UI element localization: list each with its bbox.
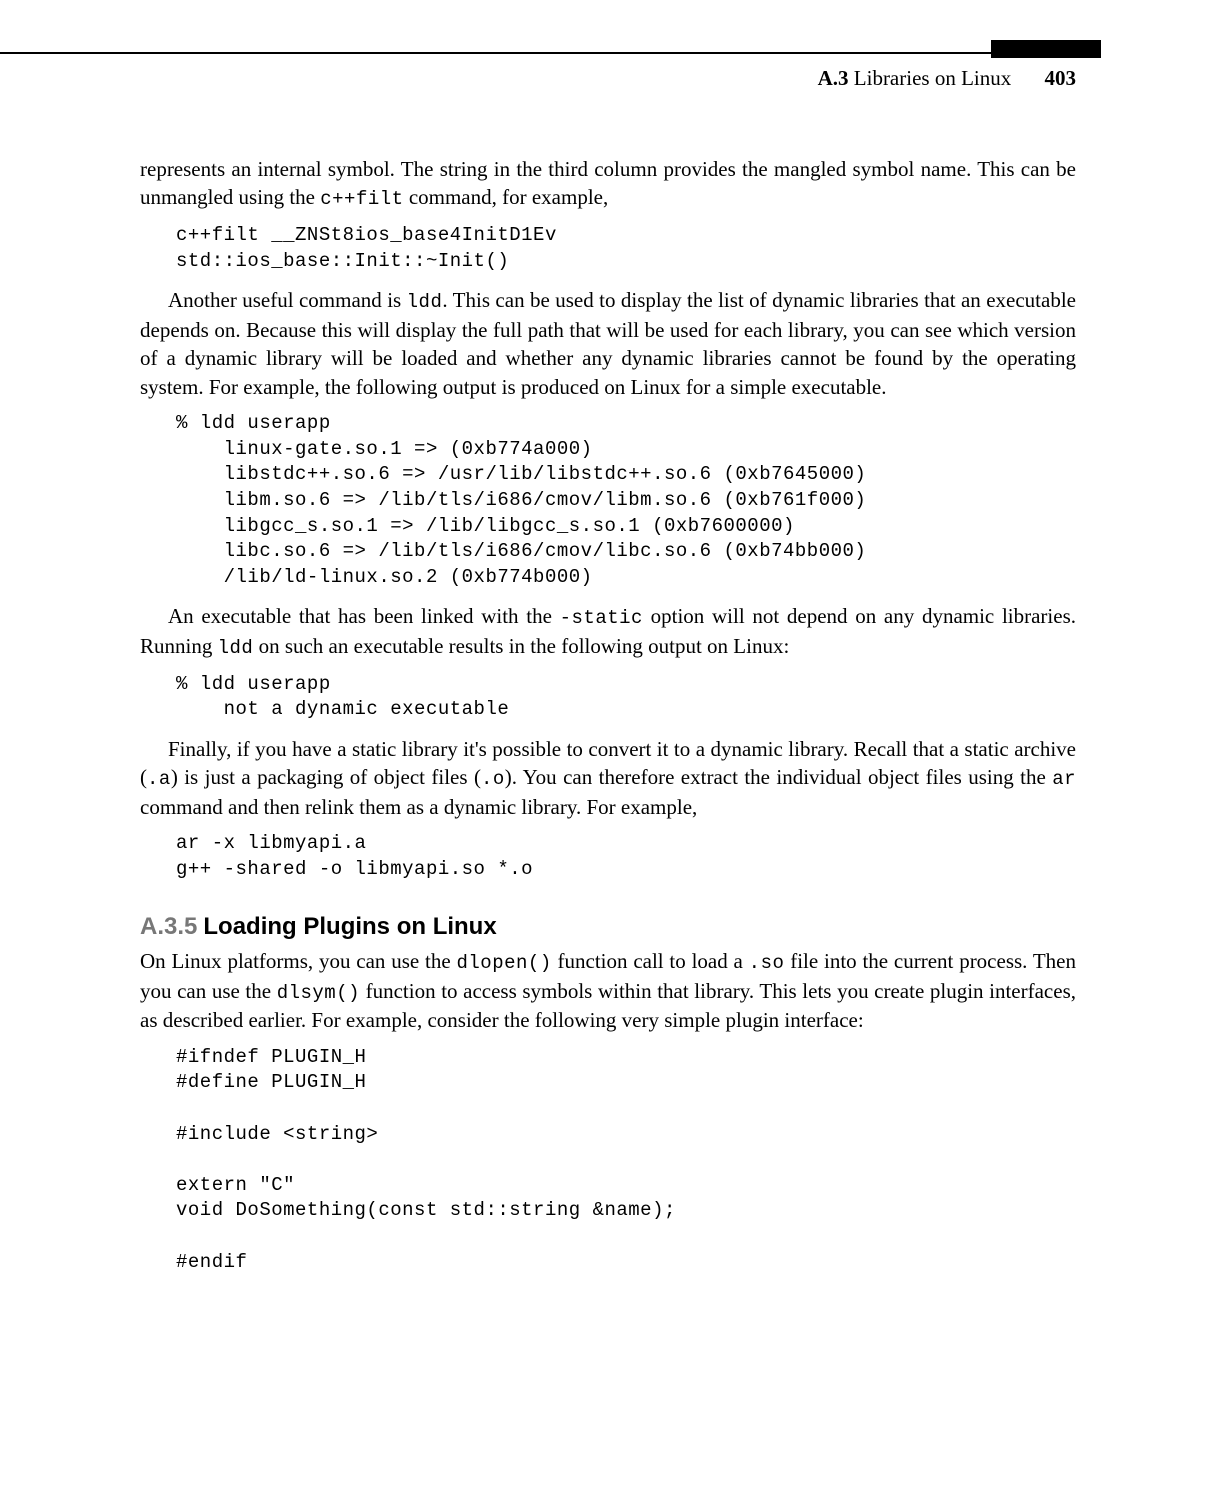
code-block-plugin-header: #ifndef PLUGIN_H #define PLUGIN_H #inclu… bbox=[176, 1045, 1076, 1276]
header-section-number: A.3 bbox=[818, 66, 849, 90]
header-rule bbox=[0, 52, 1101, 56]
text: On Linux platforms, you can use the bbox=[140, 949, 457, 973]
paragraph-2: Another useful command is ldd. This can … bbox=[140, 286, 1076, 401]
inline-code: ldd bbox=[407, 291, 443, 313]
text: ) is just a packaging of object files ( bbox=[171, 765, 481, 789]
text: ). You can therefore extract the individ… bbox=[505, 765, 1052, 789]
running-head: A.3 Libraries on Linux 403 bbox=[818, 66, 1076, 91]
inline-code: ar bbox=[1052, 768, 1076, 790]
text: command and then relink them as a dynami… bbox=[140, 795, 697, 819]
inline-code: dlsym() bbox=[277, 982, 360, 1004]
text: Another useful command is bbox=[168, 288, 407, 312]
text: An executable that has been linked with … bbox=[168, 604, 560, 628]
code-block-ldd-static: % ldd userapp not a dynamic executable bbox=[176, 672, 1076, 723]
code-block-cxxfilt: c++filt __ZNSt8ios_base4InitD1Ev std::io… bbox=[176, 223, 1076, 274]
section-title: Loading Plugins on Linux bbox=[203, 913, 496, 940]
inline-code: c++filt bbox=[320, 188, 403, 210]
inline-code: .o bbox=[481, 768, 505, 790]
inline-code: .a bbox=[147, 768, 171, 790]
section-number: A.3.5 bbox=[140, 913, 197, 940]
header-section-title: Libraries on Linux bbox=[854, 66, 1011, 90]
code-block-ar: ar -x libmyapi.a g++ -shared -o libmyapi… bbox=[176, 831, 1076, 882]
paragraph-5: On Linux platforms, you can use the dlop… bbox=[140, 947, 1076, 1035]
header-page-number: 403 bbox=[1045, 66, 1077, 90]
inline-code: ldd bbox=[218, 637, 254, 659]
paragraph-3: An executable that has been linked with … bbox=[140, 602, 1076, 661]
inline-code: .so bbox=[749, 952, 785, 974]
text: function call to load a bbox=[552, 949, 749, 973]
paragraph-4: Finally, if you have a static library it… bbox=[140, 735, 1076, 821]
inline-code: -static bbox=[560, 607, 643, 629]
section-heading: A.3.5Loading Plugins on Linux bbox=[140, 911, 1076, 943]
code-block-ldd: % ldd userapp linux-gate.so.1 => (0xb774… bbox=[176, 411, 1076, 590]
text: on such an executable results in the fol… bbox=[253, 634, 789, 658]
page-content: represents an internal symbol. The strin… bbox=[140, 155, 1076, 1275]
text: command, for example, bbox=[404, 185, 609, 209]
inline-code: dlopen() bbox=[457, 952, 552, 974]
paragraph-1: represents an internal symbol. The strin… bbox=[140, 155, 1076, 213]
